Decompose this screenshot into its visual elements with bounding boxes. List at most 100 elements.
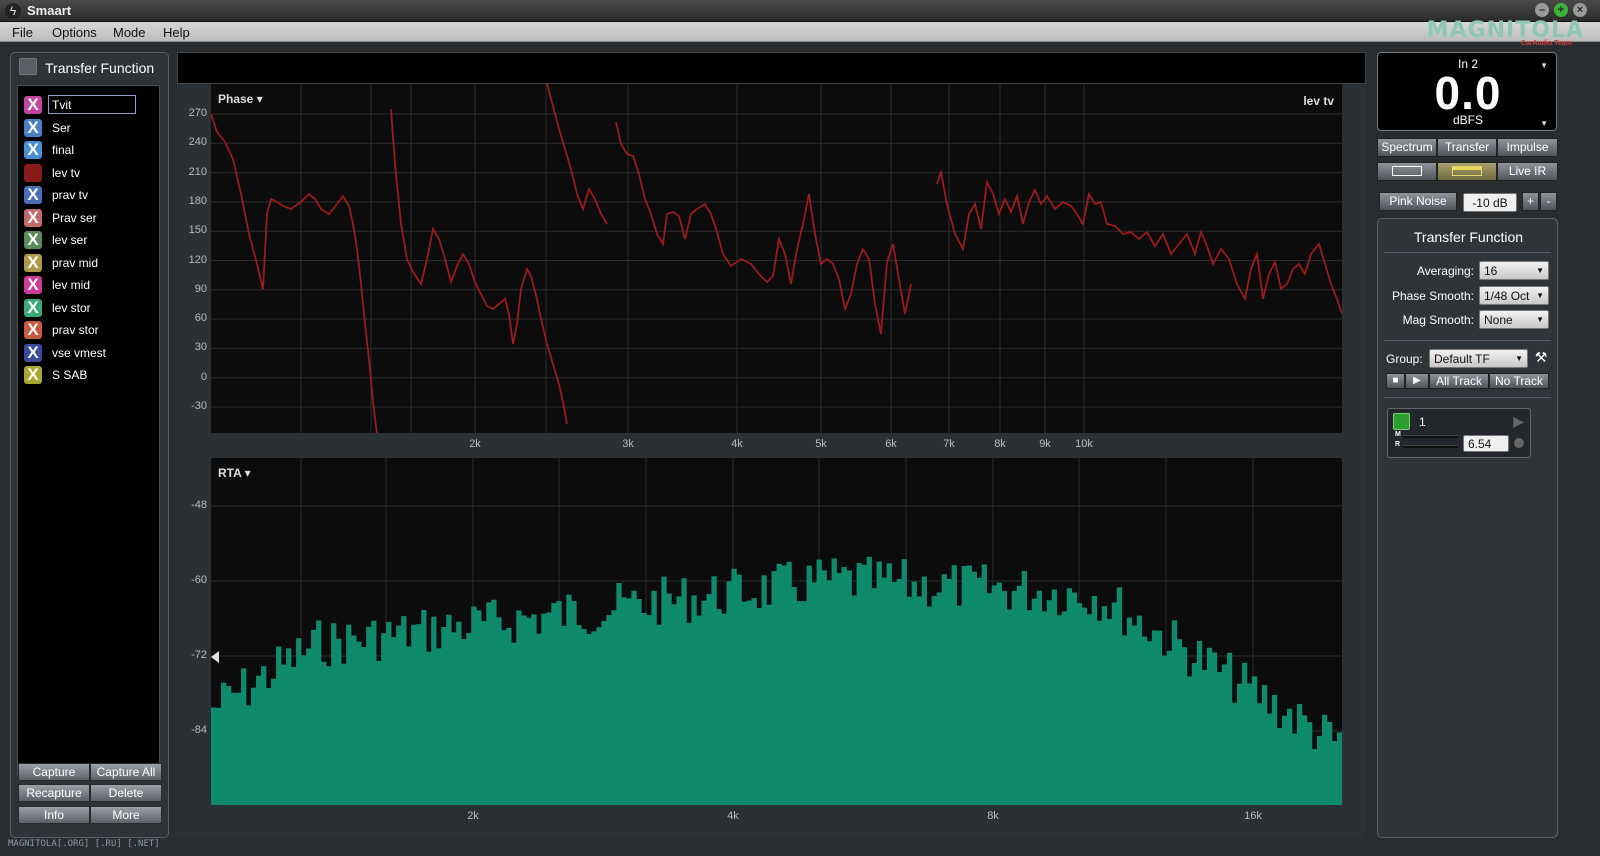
info-button[interactable]: Info xyxy=(18,806,90,824)
trace-label[interactable]: lev tv xyxy=(52,166,80,180)
unit-dropdown-icon[interactable]: ▼ xyxy=(1540,119,1548,128)
delay-field[interactable]: 6.54 xyxy=(1463,435,1509,452)
trace-item[interactable]: X Ser xyxy=(24,117,154,139)
trace-item[interactable]: X S SAB xyxy=(24,364,154,386)
spectrum-button[interactable]: Spectrum xyxy=(1377,138,1437,157)
trace-label[interactable]: S SAB xyxy=(52,368,87,382)
trace-item[interactable]: lev tv xyxy=(24,162,154,184)
noise-level-field[interactable]: -10 dB xyxy=(1463,193,1517,212)
trace-visibility-toggle[interactable]: X xyxy=(24,141,42,159)
trace-visibility-toggle[interactable]: X xyxy=(24,118,42,137)
trace-label[interactable]: Ser xyxy=(52,121,71,135)
play-button[interactable]: ▶ xyxy=(1405,373,1429,389)
trace-visibility-toggle[interactable]: X xyxy=(24,208,42,227)
trace-item[interactable]: Xlev stor xyxy=(24,297,154,319)
rta-bar xyxy=(946,579,952,805)
trace-label[interactable]: final xyxy=(52,143,74,157)
mag-smooth-label: Mag Smooth: xyxy=(1402,313,1474,327)
trace-label[interactable]: lev stor xyxy=(52,301,91,315)
split-plot-button[interactable] xyxy=(1437,162,1497,181)
capture-all-button[interactable]: Capture All xyxy=(90,763,162,781)
single-plot-icon xyxy=(1392,166,1422,176)
averaging-select[interactable]: 16 ▼ xyxy=(1479,261,1549,280)
trace-item[interactable]: X Prav ser xyxy=(24,207,154,229)
rta-bar xyxy=(1121,635,1128,805)
trace-item[interactable]: Xprav stor xyxy=(24,319,154,341)
trace-item[interactable]: Xprav tv xyxy=(24,184,154,206)
more-button[interactable]: More xyxy=(90,806,162,824)
trace-visibility-toggle[interactable]: X xyxy=(24,253,42,272)
track-enable-checkbox[interactable] xyxy=(1393,413,1410,430)
level-minus-button[interactable]: - xyxy=(1540,192,1557,211)
level-plus-button[interactable]: + xyxy=(1522,192,1539,211)
rta-bar xyxy=(876,561,882,805)
phase-plot[interactable]: Phase ▾ lev tv xyxy=(211,84,1342,433)
single-plot-button[interactable] xyxy=(1377,162,1437,181)
rta-bar xyxy=(976,577,982,805)
menu-file[interactable]: File xyxy=(12,25,33,40)
rta-plot[interactable]: RTA ▾ xyxy=(211,458,1342,805)
trace-item[interactable]: Xlev mid xyxy=(24,274,154,296)
mag-smooth-select[interactable]: None ▼ xyxy=(1479,310,1549,329)
panel-toggle-checkbox[interactable] xyxy=(19,58,37,75)
trace-item[interactable]: X Tvit xyxy=(24,94,154,116)
level-meter[interactable]: In 2 ▼ 0.0 dBFS ▼ xyxy=(1377,52,1557,131)
trace-label[interactable]: Prav ser xyxy=(52,211,97,225)
trace-visibility-toggle[interactable]: X xyxy=(24,96,42,114)
menu-mode[interactable]: Mode xyxy=(113,25,146,40)
trace-visibility-toggle[interactable]: X xyxy=(24,186,42,204)
phase-y-tick: 60 xyxy=(194,312,207,325)
trace-label[interactable]: prav stor xyxy=(52,323,99,337)
rta-bar xyxy=(791,587,797,805)
menu-help[interactable]: Help xyxy=(163,25,190,40)
minimize-icon[interactable]: – xyxy=(1535,3,1549,17)
trace-label[interactable]: prav mid xyxy=(52,256,98,270)
all-track-button[interactable]: All Track xyxy=(1429,373,1489,389)
rta-bar xyxy=(311,629,317,805)
rta-bar xyxy=(871,588,877,805)
trace-label[interactable]: prav tv xyxy=(52,188,88,202)
rta-plot-title[interactable]: RTA ▾ xyxy=(218,466,251,480)
impulse-button[interactable]: Impulse xyxy=(1497,138,1558,157)
phase-y-tick: 30 xyxy=(194,341,207,354)
no-track-button[interactable]: No Track xyxy=(1489,373,1549,389)
rta-bar xyxy=(631,590,637,805)
trace-visibility-toggle[interactable]: X xyxy=(24,276,42,294)
trace-label[interactable]: lev mid xyxy=(52,278,90,292)
trace-label[interactable]: lev ser xyxy=(52,233,87,247)
menu-options[interactable]: Options xyxy=(52,25,97,40)
trace-visibility-toggle[interactable]: X xyxy=(24,231,42,249)
phase-x-tick: 5k xyxy=(815,438,827,450)
recapture-button[interactable]: Recapture xyxy=(18,784,90,802)
phase-plot-title[interactable]: Phase ▾ xyxy=(218,92,263,106)
tools-icon[interactable]: ⚒ xyxy=(1532,349,1550,368)
capture-button[interactable]: Capture xyxy=(18,763,90,781)
maximize-icon[interactable]: + xyxy=(1554,3,1568,17)
close-icon[interactable]: × xyxy=(1573,3,1587,17)
trace-item[interactable]: Xvse vmest xyxy=(24,342,154,364)
trace-label[interactable]: vse vmest xyxy=(52,346,106,360)
delete-button[interactable]: Delete xyxy=(90,784,162,802)
pink-noise-button[interactable]: Pink Noise xyxy=(1379,192,1457,211)
group-select[interactable]: Default TF ▼ xyxy=(1429,349,1528,368)
trace-item[interactable]: Xfinal xyxy=(24,139,154,161)
rta-bar xyxy=(1106,618,1113,805)
trace-item[interactable]: Xprav mid xyxy=(24,252,154,274)
trace-visibility-toggle[interactable] xyxy=(24,163,42,182)
rta-bar xyxy=(996,582,1002,805)
trace-label[interactable]: Tvit xyxy=(48,95,136,114)
rta-bar xyxy=(706,594,712,805)
transfer-button[interactable]: Transfer xyxy=(1437,138,1497,157)
trace-item[interactable]: Xlev ser xyxy=(24,229,154,251)
trace-visibility-toggle[interactable]: X xyxy=(24,366,42,384)
stop-button[interactable]: ■ xyxy=(1386,373,1405,389)
trace-visibility-toggle[interactable]: X xyxy=(24,298,42,317)
play-icon[interactable]: ▶ xyxy=(1513,413,1524,430)
live-ir-button[interactable]: Live IR xyxy=(1497,162,1558,181)
reference-marker-icon xyxy=(211,651,219,663)
rta-bar xyxy=(781,565,787,805)
phase-smooth-select[interactable]: 1/48 Oct ▼ xyxy=(1479,286,1549,305)
trace-visibility-toggle[interactable]: X xyxy=(24,343,42,362)
trace-visibility-toggle[interactable]: X xyxy=(24,321,42,339)
track-slot[interactable]: 1 ▶ M R 6.54 xyxy=(1387,408,1531,458)
